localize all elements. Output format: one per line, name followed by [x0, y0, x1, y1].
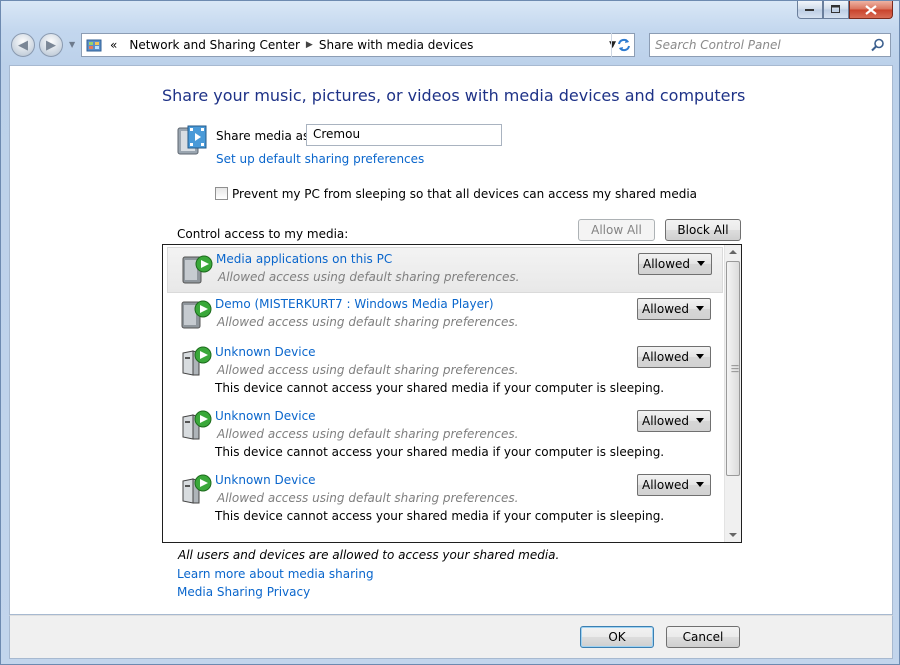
chevron-down-icon [696, 306, 704, 311]
breadcrumb-network-sharing[interactable]: Network and Sharing Center [123, 38, 306, 52]
back-arrow-icon: ◀ [18, 37, 28, 53]
maximize-icon [831, 5, 840, 13]
device-row[interactable]: Demo (MISTERKURT7 : Windows Media Player… [167, 297, 723, 341]
device-access-select[interactable]: Allowed [637, 346, 711, 368]
device-list-scrollbar[interactable]: — — — [724, 245, 741, 542]
device-name[interactable]: Media applications on this PC [216, 252, 392, 266]
address-bar[interactable]: « Network and Sharing Center ▶ Share wit… [81, 33, 635, 57]
device-status: Allowed access using default sharing pre… [217, 427, 519, 441]
scrollbar-thumb[interactable]: — — — [726, 261, 740, 476]
prevent-sleep-label[interactable]: Prevent my PC from sleeping so that all … [232, 187, 697, 201]
allow-all-button[interactable]: Allow All [578, 219, 655, 241]
device-row[interactable]: Unknown Device Allowed access using defa… [167, 409, 723, 469]
device-name[interactable]: Demo (MISTERKURT7 : Windows Media Player… [215, 297, 494, 311]
ok-button[interactable]: OK [580, 626, 654, 648]
device-status: Allowed access using default sharing pre… [217, 363, 519, 377]
maximize-button[interactable] [823, 1, 849, 19]
share-as-label: Share media as: [216, 129, 314, 143]
device-row[interactable]: Media applications on this PC Allowed ac… [167, 247, 723, 293]
page-title: Share your music, pictures, or videos wi… [162, 86, 746, 105]
device-access-value: Allowed [642, 414, 690, 428]
unknown-device-icon [182, 410, 212, 440]
device-access-value: Allowed [643, 257, 691, 271]
scroll-up-icon[interactable] [729, 250, 737, 254]
device-access-select[interactable]: Allowed [637, 474, 711, 496]
breadcrumb-share-media[interactable]: Share with media devices [313, 38, 480, 52]
control-panel-icon [86, 39, 102, 52]
device-row[interactable]: Unknown Device Allowed access using defa… [167, 473, 723, 533]
chevron-down-icon [696, 418, 704, 423]
device-row[interactable]: Unknown Device Allowed access using defa… [167, 345, 723, 405]
chevron-down-icon [696, 354, 704, 359]
device-name[interactable]: Unknown Device [215, 409, 316, 423]
unknown-device-icon [182, 474, 212, 504]
back-button[interactable]: ◀ [11, 33, 35, 57]
device-sleep-note: This device cannot access your shared me… [215, 509, 665, 523]
dialog-button-bar: OK Cancel [9, 615, 893, 659]
prevent-sleep-checkbox[interactable] [215, 187, 228, 200]
media-library-icon [177, 125, 207, 155]
breadcrumb-separator-icon[interactable]: ▶ [306, 40, 313, 50]
search-placeholder: Search Control Panel [655, 38, 781, 52]
content-pane: Share your music, pictures, or videos wi… [9, 65, 893, 615]
default-sharing-link[interactable]: Set up default sharing preferences [216, 152, 424, 166]
device-sleep-note: This device cannot access your shared me… [215, 445, 665, 459]
device-access-value: Allowed [642, 302, 690, 316]
sharing-status-text: All users and devices are allowed to acc… [178, 548, 560, 562]
share-media-name-input[interactable]: Cremou [306, 124, 502, 146]
device-list[interactable]: Media applications on this PC Allowed ac… [162, 244, 742, 543]
device-name[interactable]: Unknown Device [215, 473, 316, 487]
caption-buttons [797, 1, 893, 21]
minimize-icon [805, 8, 814, 11]
search-box[interactable]: Search Control Panel [649, 33, 891, 57]
search-icon[interactable] [871, 38, 885, 52]
forward-button[interactable]: ▶ [39, 33, 63, 57]
device-access-value: Allowed [642, 478, 690, 492]
scroll-down-icon[interactable] [729, 533, 737, 537]
window: ◀ ▶ ▼ « Network and Sharing Center ▶ Sha… [0, 0, 900, 665]
recent-pages-dropdown[interactable]: ▼ [69, 40, 75, 49]
privacy-link[interactable]: Media Sharing Privacy [177, 585, 310, 599]
refresh-icon [618, 38, 630, 52]
device-status: Allowed access using default sharing pre… [218, 270, 520, 284]
device-status: Allowed access using default sharing pre… [217, 491, 519, 505]
media-server-icon [182, 255, 213, 284]
refresh-button[interactable] [611, 33, 636, 57]
chevron-down-icon [697, 261, 705, 266]
address-bar-area: ◀ ▶ ▼ « Network and Sharing Center ▶ Sha… [9, 31, 891, 59]
device-access-select[interactable]: Allowed [638, 253, 712, 275]
device-access-value: Allowed [642, 350, 690, 364]
close-button[interactable] [849, 1, 893, 19]
close-icon [865, 4, 877, 15]
grip-icon: — — — [731, 361, 739, 376]
minimize-button[interactable] [797, 1, 823, 19]
media-server-icon [181, 300, 212, 329]
unknown-device-icon [182, 346, 212, 376]
block-all-button[interactable]: Block All [665, 219, 741, 241]
device-name[interactable]: Unknown Device [215, 345, 316, 359]
device-access-select[interactable]: Allowed [637, 298, 711, 320]
device-sleep-note: This device cannot access your shared me… [215, 381, 665, 395]
breadcrumb-overflow[interactable]: « [104, 38, 123, 52]
forward-arrow-icon: ▶ [46, 37, 56, 53]
chevron-down-icon [696, 482, 704, 487]
cancel-button[interactable]: Cancel [666, 626, 740, 648]
device-access-select[interactable]: Allowed [637, 410, 711, 432]
control-access-label: Control access to my media: [177, 227, 349, 241]
device-status: Allowed access using default sharing pre… [217, 315, 519, 329]
learn-more-link[interactable]: Learn more about media sharing [177, 567, 374, 581]
